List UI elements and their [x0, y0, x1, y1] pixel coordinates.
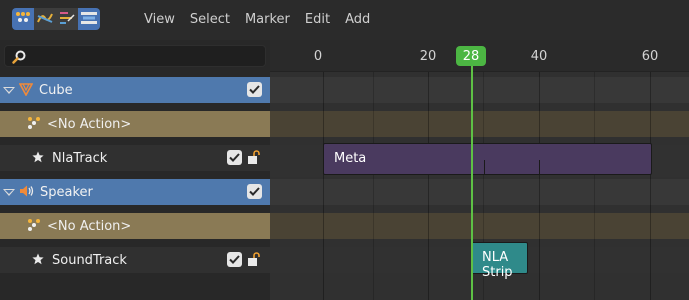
- nla-editor: View Select Marker Edit Add Cube <No Act…: [0, 0, 689, 300]
- nla-timeline[interactable]: 0 20 40 60 28 Meta NLA Strip: [270, 40, 689, 300]
- channel-no-action[interactable]: <No Action>: [0, 111, 270, 137]
- strip-label: NLA Strip: [482, 250, 513, 280]
- channel-speaker[interactable]: Speaker: [0, 179, 270, 205]
- strip-label: Meta: [334, 151, 367, 166]
- nla-mode-button[interactable]: [78, 8, 100, 30]
- menu-add[interactable]: Add: [345, 12, 370, 27]
- current-frame-indicator[interactable]: 28: [456, 46, 486, 66]
- collapse-icon[interactable]: [3, 188, 15, 196]
- menu-edit[interactable]: Edit: [305, 12, 330, 27]
- channel-nla-track[interactable]: NlaTrack: [0, 145, 270, 171]
- track-enable-checkbox[interactable]: [227, 252, 242, 267]
- action-icon: [26, 218, 42, 235]
- channel-list: Cube <No Action> NlaTrack Speaker <No Ac…: [0, 40, 270, 300]
- header-menu: View Select Marker Edit Add: [144, 12, 385, 27]
- nla-strip[interactable]: NLA Strip: [471, 242, 528, 280]
- channel-no-action[interactable]: <No Action>: [0, 213, 270, 239]
- timeline-row: [270, 111, 689, 137]
- frame-ruler[interactable]: 0 20 40 60 28: [270, 40, 689, 72]
- track-enable-checkbox[interactable]: [227, 150, 242, 165]
- channel-label: Cube: [39, 82, 73, 98]
- unlock-icon[interactable]: [247, 150, 261, 165]
- editor-header: View Select Marker Edit Add: [0, 0, 689, 40]
- drivers-button[interactable]: [56, 8, 78, 30]
- grid-line: [594, 72, 595, 300]
- channel-checkbox[interactable]: [247, 184, 262, 199]
- keyframe-mode-button[interactable]: [12, 8, 34, 30]
- strip-divider: [539, 160, 540, 174]
- channel-sound-track[interactable]: SoundTrack: [0, 247, 270, 273]
- tick-label: 40: [530, 49, 548, 64]
- tick-label: 0: [313, 49, 323, 64]
- search-icon: [11, 49, 27, 68]
- graph-editor-button[interactable]: [34, 8, 56, 30]
- mesh-cone-icon: [18, 82, 34, 99]
- timeline-row: [270, 213, 689, 239]
- channel-label: <No Action>: [47, 218, 132, 234]
- channel-cube[interactable]: Cube: [0, 77, 270, 103]
- mode-selector: [12, 8, 100, 30]
- keyframe-icon: [14, 11, 32, 28]
- timeline-row: [270, 179, 689, 205]
- meta-strip[interactable]: Meta: [323, 143, 652, 175]
- strip-divider: [484, 160, 485, 174]
- search-input[interactable]: [4, 45, 266, 67]
- menu-view[interactable]: View: [144, 12, 175, 27]
- grid-line: [428, 72, 429, 300]
- action-icon: [26, 116, 42, 133]
- grid-line: [373, 72, 374, 300]
- unlock-icon[interactable]: [247, 252, 261, 267]
- menu-select[interactable]: Select: [190, 12, 230, 27]
- nla-editor-icon: [80, 11, 98, 28]
- collapse-icon[interactable]: [3, 86, 15, 94]
- grid-line: [650, 72, 651, 300]
- grid-line: [323, 72, 324, 300]
- speaker-icon: [19, 184, 35, 201]
- star-icon: [32, 253, 44, 268]
- playhead-line[interactable]: [471, 66, 473, 300]
- channel-label: NlaTrack: [52, 150, 108, 166]
- grid-line: [539, 72, 540, 300]
- channel-checkbox[interactable]: [247, 82, 262, 97]
- graph-editor-icon: [36, 11, 54, 28]
- star-icon: [32, 151, 44, 166]
- drivers-icon: [58, 11, 76, 28]
- channel-label: SoundTrack: [52, 252, 127, 268]
- tick-label: 20: [419, 49, 437, 64]
- menu-marker[interactable]: Marker: [245, 12, 290, 27]
- timeline-row: [270, 77, 689, 103]
- tick-label: 60: [641, 49, 659, 64]
- channel-label: Speaker: [40, 184, 93, 200]
- channel-label: <No Action>: [47, 116, 132, 132]
